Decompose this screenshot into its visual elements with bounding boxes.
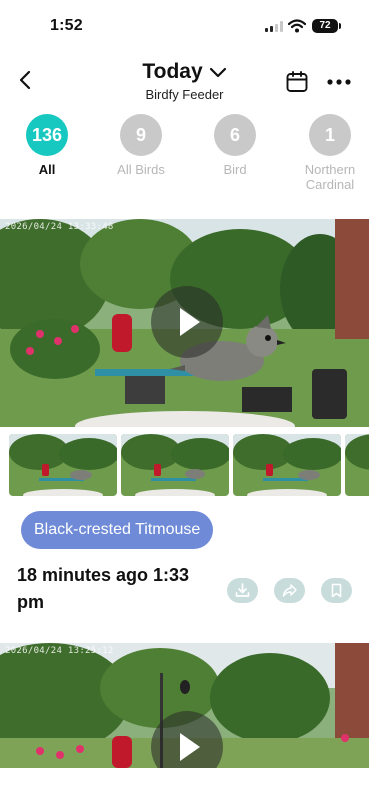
bottom-area [0,768,369,800]
filter-northern-cardinal[interactable]: 1 Northern Cardinal [290,114,369,192]
status-bar: 1:52 72 [0,0,369,54]
event-time: 18 minutes ago 1:33 pm [17,565,190,612]
video-timestamp: 2026/04/24 13:25:12 [5,646,114,656]
filter-bird[interactable]: 6 Bird [195,114,275,177]
filter-all-birds[interactable]: 9 All Birds [101,114,181,177]
filter-label: All Birds [117,162,165,177]
filter-count: 6 [214,114,256,156]
download-icon [235,583,250,597]
chevron-down-icon [209,67,226,78]
species-tag[interactable]: Black-crested Titmouse [21,511,214,549]
status-time: 1:52 [50,17,83,34]
bookmark-icon [331,583,342,598]
filter-label: Bird [223,162,247,177]
share-button[interactable] [274,578,305,603]
filter-label: All [38,162,56,177]
battery-icon: 72 [312,19,341,33]
device-name: Birdfy Feeder [145,87,224,102]
filter-all[interactable]: 136 All [7,114,87,177]
filter-count: 136 [26,114,68,156]
clip-thumbnail[interactable] [345,434,369,496]
clip-thumbnail[interactable] [9,434,117,496]
filter-bar: 136 All 9 All Birds 6 Bird 1 Northern Ca… [0,114,369,196]
clip-thumbnail-image [233,434,341,496]
wifi-icon [288,19,306,33]
filter-label: Northern Cardinal [304,162,356,192]
page-title: Today [142,60,203,83]
signal-icon [265,21,283,32]
clip-thumbnail[interactable] [121,434,229,496]
video-timestamp: 2026/04/24 13:33:48 [5,222,114,232]
date-selector[interactable]: Today [142,60,226,84]
clip-thumbnail-strip [9,434,369,496]
clip-thumbnail[interactable] [233,434,341,496]
clip-thumbnail-image [9,434,117,496]
play-icon[interactable] [151,286,223,358]
filter-count: 9 [120,114,162,156]
clip-thumbnail-image [345,434,369,496]
more-icon[interactable] [326,70,352,94]
filter-count: 1 [309,114,351,156]
title-area: Today Birdfy Feeder [0,60,369,102]
calendar-icon[interactable] [285,70,309,94]
download-button[interactable] [227,578,258,603]
clip-thumbnail-image [121,434,229,496]
share-icon [282,584,297,597]
bookmark-button[interactable] [321,578,352,603]
video-card[interactable]: 2026/04/24 13:33:48 [0,219,369,427]
video-card[interactable]: 2026/04/24 13:25:12 [0,643,369,768]
header: Today Birdfy Feeder [0,56,369,112]
